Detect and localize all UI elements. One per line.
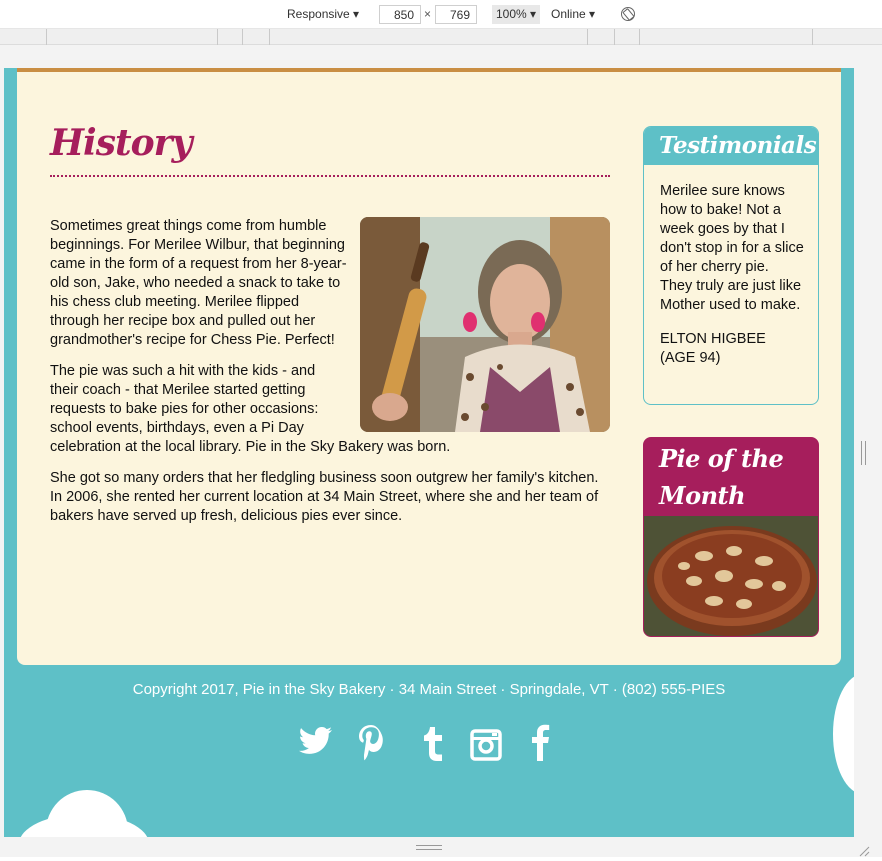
twitter-icon[interactable] — [298, 723, 334, 768]
media-query-ruler[interactable] — [0, 29, 882, 45]
viewport-side-resize-handle[interactable] — [861, 441, 866, 465]
viewport-height-input[interactable]: 769 — [435, 5, 477, 24]
pie-of-the-month-box: Pie of the Month — [643, 437, 819, 637]
viewport-bottom-resize-handle[interactable] — [416, 845, 442, 850]
history-heading: History — [50, 122, 192, 164]
history-paragraph-2: The pie was such a hit with the kids - a… — [50, 362, 610, 457]
history-paragraph-1: Sometimes great things come from humble … — [50, 218, 347, 348]
viewport-bottom-bar — [0, 837, 882, 857]
history-body: Sometimes great things come from humble … — [50, 217, 610, 538]
viewport-corner-resize-handle[interactable] — [858, 842, 870, 857]
history-paragraph-2-end: celebration at the local library. Pie in… — [50, 439, 451, 455]
zoom-select[interactable]: 100% ▾ — [492, 5, 541, 24]
viewport-width-input[interactable]: 850 — [379, 5, 421, 24]
devtools-toolbar: Responsive ▾ 850 × 769 100% ▾ Online ▾ — [0, 0, 882, 29]
facebook-icon[interactable] — [528, 723, 552, 768]
tumblr-icon[interactable] — [418, 723, 448, 768]
pie-of-the-month-heading-line2: Month — [659, 481, 746, 510]
testimonial-author-age: (AGE 94) — [660, 350, 721, 366]
testimonial-author-name: ELTON HIGBEE — [660, 331, 766, 347]
pie-of-the-month-heading-line1: Pie of the — [659, 444, 784, 473]
testimonials-box: Testimonials Merilee sure knows how to b… — [643, 126, 819, 405]
testimonials-heading: Testimonials — [644, 127, 818, 165]
testimonial-quote: Merilee sure knows how to bake! Not a we… — [660, 183, 804, 313]
testimonial-author: ELTON HIGBEE (AGE 94) — [644, 315, 818, 368]
footer-copyright: Copyright 2017, Pie in the Sky Bakery · … — [132, 681, 726, 698]
instagram-icon[interactable] — [470, 723, 502, 768]
pie-of-the-month-heading: Pie of the Month — [644, 438, 818, 516]
pie-photo — [644, 516, 818, 636]
rotate-icon[interactable] — [621, 7, 635, 21]
cloud-decoration — [19, 814, 149, 837]
history-paragraph-2-wrap: The pie was such a hit with the kids - a… — [50, 363, 319, 436]
network-throttle-select[interactable]: Online ▾ — [551, 5, 595, 24]
device-select[interactable]: Responsive ▾ — [287, 5, 359, 24]
dimension-separator: × — [424, 7, 432, 21]
pinterest-icon[interactable] — [356, 723, 386, 768]
main-content-card: History Sometimes great things come from… — [17, 68, 841, 665]
heading-divider — [50, 175, 610, 177]
page-viewport: History Sometimes great things come from… — [4, 68, 854, 837]
history-paragraph-3: She got so many orders that her fledglin… — [50, 470, 599, 524]
